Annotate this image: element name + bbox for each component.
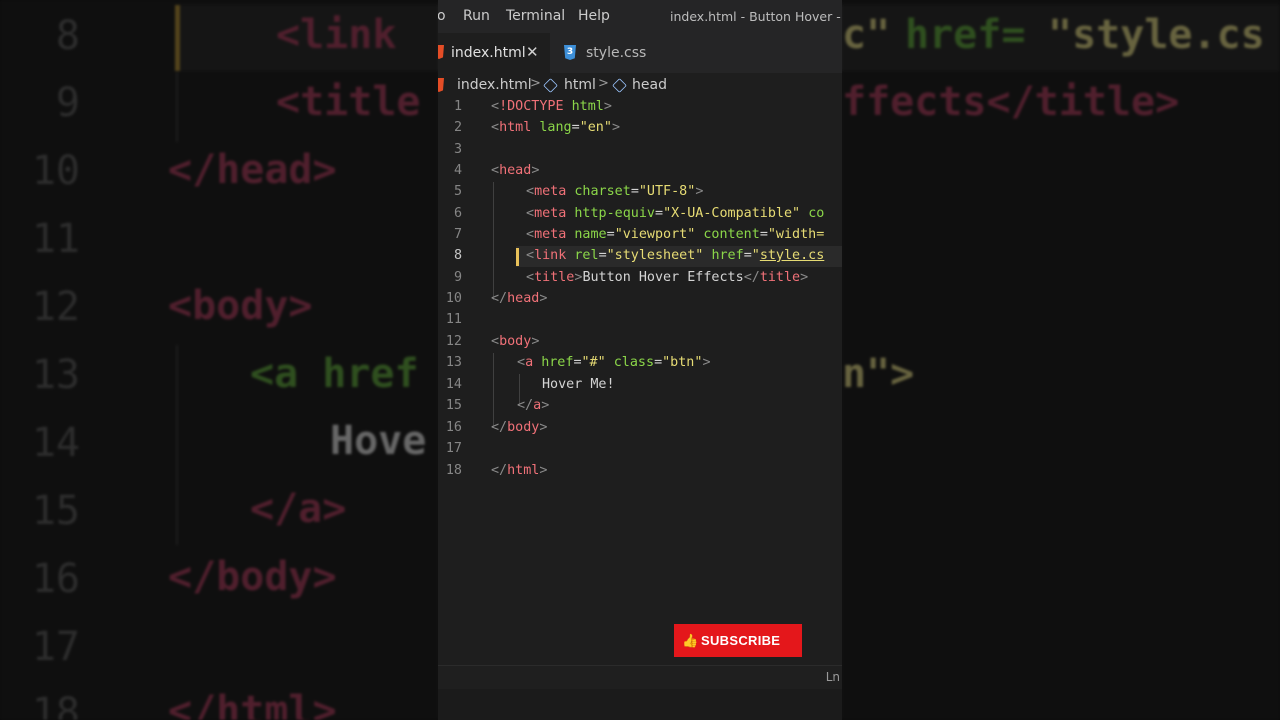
subscribe-button[interactable]: 👍 SUBSCRIBE [674, 624, 802, 657]
bottom-strip [438, 689, 842, 720]
line-number: 17 [445, 441, 462, 456]
line-number: 10 [445, 291, 462, 306]
code-line: Hover Me! [542, 377, 615, 392]
breadcrumb-item-head[interactable]: head [632, 77, 667, 93]
html-file-icon [438, 78, 444, 92]
line-number: 12 [445, 334, 462, 349]
close-tab-icon[interactable]: ✕ [526, 43, 539, 61]
element-symbol-icon [612, 78, 627, 93]
code-line: <meta charset="UTF-8"> [526, 184, 704, 199]
code-line: </head> [491, 291, 548, 306]
code-line: <title>Button Hover Effects</title> [526, 270, 809, 285]
line-number: 15 [445, 398, 462, 413]
line-number: 18 [445, 463, 462, 478]
status-bar: Ln [438, 665, 842, 689]
element-symbol-icon [543, 78, 558, 93]
line-number: 16 [445, 420, 462, 435]
breadcrumb-item-file[interactable]: index.html [457, 77, 532, 93]
breadcrumb-separator-icon: > [598, 76, 609, 91]
code-line: <head> [491, 163, 540, 178]
menu-bar: o Run Terminal Help index.html - Button … [438, 0, 842, 33]
code-line: </a> [517, 398, 550, 413]
code-line: <meta name="viewport" content="width= [526, 227, 825, 242]
line-number: 4 [453, 163, 462, 178]
tab-style-css[interactable]: 3 style.css [550, 33, 652, 73]
window-title: index.html - Button Hover - V [670, 9, 842, 24]
code-line: <!DOCTYPE html> [491, 99, 612, 114]
menu-item-go[interactable]: o [438, 8, 446, 24]
line-number: 14 [445, 377, 462, 392]
menu-item-terminal[interactable]: Terminal [506, 8, 565, 24]
tab-label: index.html [451, 45, 526, 61]
tab-index-html[interactable]: index.html ✕ [438, 33, 550, 73]
code-line: <meta http-equiv="X-UA-Compatible" co [526, 206, 825, 221]
code-line-active: <link rel="stylesheet" href="style.cs [526, 248, 825, 263]
line-number: 3 [453, 142, 462, 157]
breadcrumb: index.html > html > head [438, 73, 842, 97]
code-line: </body> [491, 420, 548, 435]
subscribe-label: SUBSCRIBE [701, 633, 781, 648]
line-number: 9 [453, 270, 462, 285]
indent-guide [493, 353, 494, 428]
indent-guide [493, 182, 494, 300]
breadcrumb-item-html[interactable]: html [564, 77, 596, 93]
background-dim-right [842, 0, 1280, 720]
cursor-position-status[interactable]: Ln [826, 670, 840, 684]
code-line: <html lang="en"> [491, 120, 620, 135]
menu-item-help[interactable]: Help [578, 8, 610, 24]
line-number: 11 [445, 312, 462, 327]
css-file-icon: 3 [564, 45, 576, 60]
code-line: </html> [491, 463, 548, 478]
code-line: <a href="#" class="btn"> [517, 355, 711, 370]
code-editor-window: o Run Terminal Help index.html - Button … [438, 0, 842, 720]
line-number: 6 [453, 206, 462, 221]
line-number: 7 [453, 227, 462, 242]
html-file-icon [438, 45, 444, 59]
background-dim-left [0, 0, 438, 720]
text-cursor [516, 248, 519, 266]
menu-item-run[interactable]: Run [463, 8, 490, 24]
breadcrumb-separator-icon: > [530, 76, 541, 91]
code-area[interactable]: 1 <!DOCTYPE html> 2 <html lang="en"> 3 4… [438, 96, 842, 656]
line-number-active: 8 [453, 248, 462, 263]
line-number: 13 [445, 355, 462, 370]
line-number: 2 [453, 120, 462, 135]
tab-label: style.css [586, 45, 647, 61]
line-number: 1 [453, 99, 462, 114]
thumbs-up-icon: 👍 [682, 633, 699, 648]
code-line: <body> [491, 334, 540, 349]
line-number: 5 [453, 184, 462, 199]
tab-bar: index.html ✕ 3 style.css [438, 33, 842, 73]
